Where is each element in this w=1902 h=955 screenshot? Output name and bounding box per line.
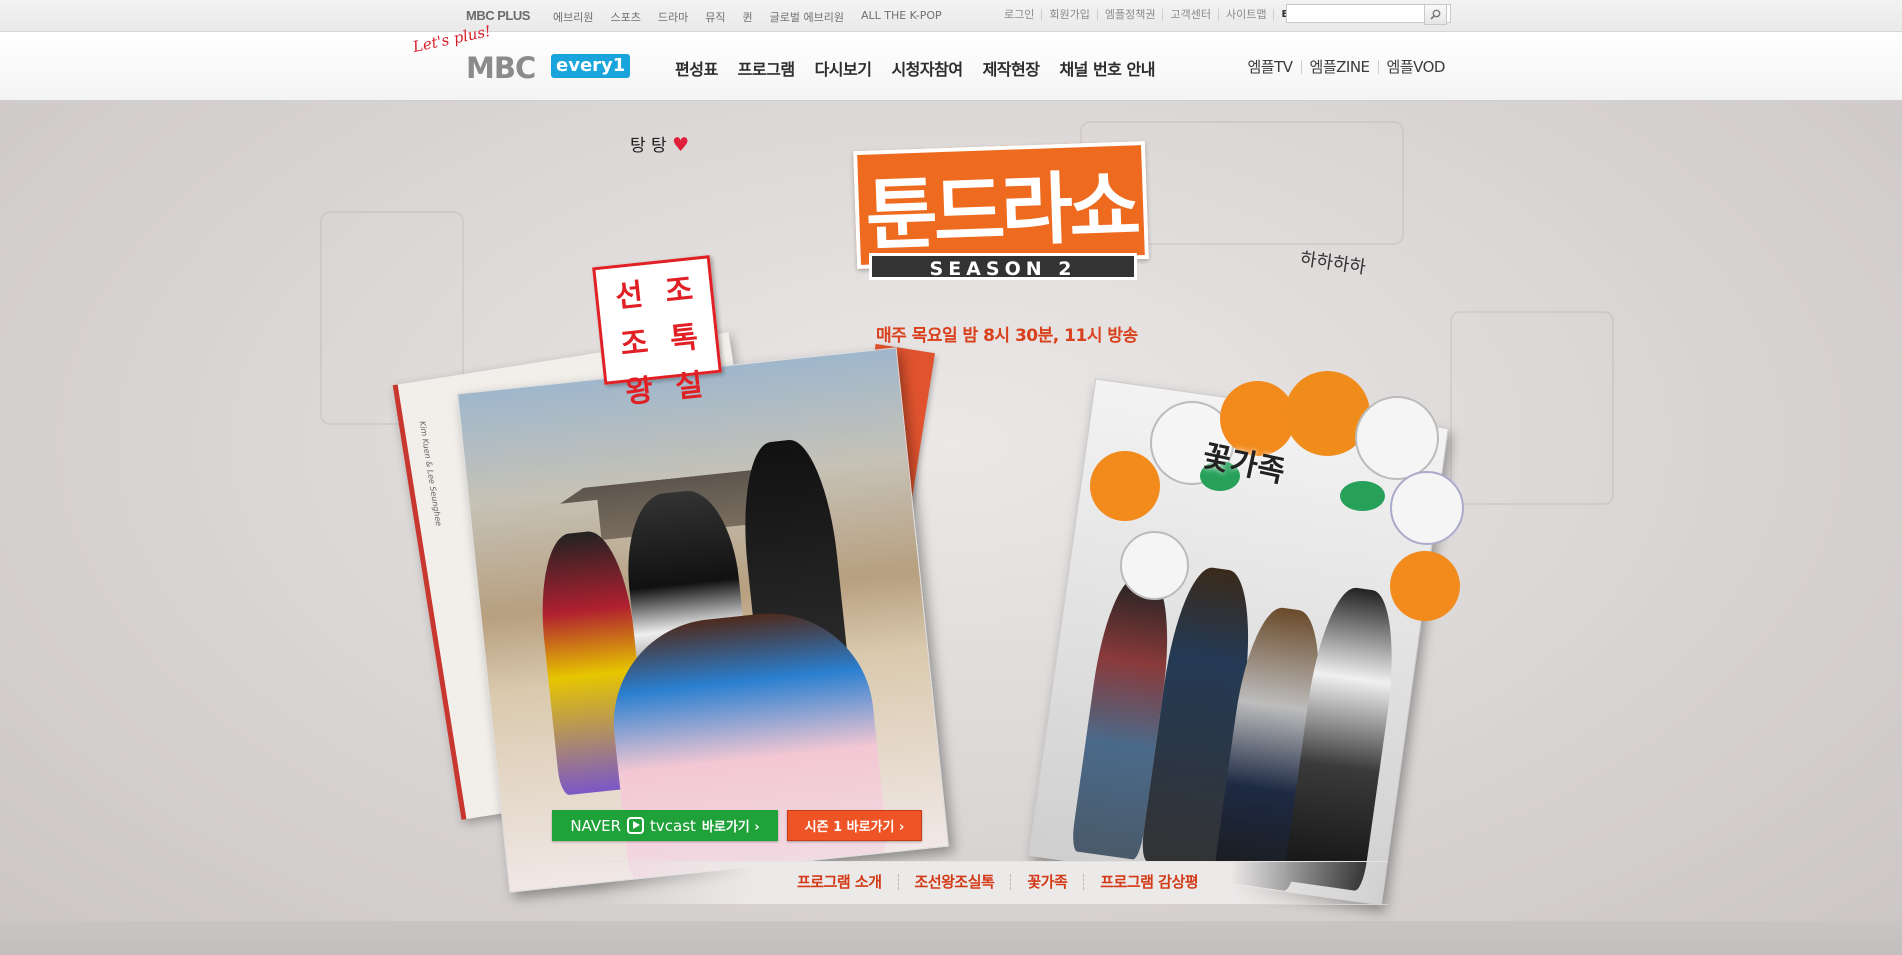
sub-nav: 엠플TV 엠플ZINE 엠플VOD: [1240, 60, 1454, 75]
flower: [1390, 551, 1460, 621]
nav-program[interactable]: 프로그램: [738, 56, 795, 80]
joseon-char: 조: [663, 272, 695, 310]
program-intro-link[interactable]: 프로그램 소개: [781, 874, 898, 890]
naver-brand: NAVER: [570, 816, 622, 835]
utility-links: 로그인 회원가입 엠플정책권 고객센터 사이트맵 ENG: [997, 9, 1312, 21]
channel-link-queen[interactable]: 퀸: [742, 9, 752, 25]
logo-mbc: MBC: [466, 51, 536, 85]
joseon-char: 선: [613, 277, 645, 316]
channel-link-drama[interactable]: 드라마: [658, 9, 688, 25]
nav-viewer-participation[interactable]: 시청자참여: [891, 56, 963, 80]
joseon-char: 조: [618, 325, 650, 363]
flower: [1120, 531, 1189, 600]
play-icon: [627, 817, 645, 834]
floor-shadow: [0, 921, 1902, 955]
search-button[interactable]: [1424, 4, 1447, 25]
season-badge: SEASON 2: [869, 253, 1137, 280]
joseon-show-label[interactable]: 선 조 조 톡 왕 실: [592, 255, 722, 411]
joseon-link[interactable]: 조선왕조실톡: [897, 874, 1011, 890]
joseon-char: 실: [673, 367, 705, 406]
season1-button[interactable]: 시즌 1 바로가기 ›: [787, 810, 922, 841]
naver-tvcast-button[interactable]: NAVER tvcast 바로가기 ›: [552, 810, 778, 841]
nav-channel-guide[interactable]: 채널 번호 안내: [1059, 56, 1155, 80]
main-header: Let's plus! MBC every1 편성표 프로그램 다시보기 시청자…: [0, 22, 1902, 101]
hahaha-caption: 하하하하: [1298, 248, 1368, 279]
nav-production-site[interactable]: 제작현장: [983, 56, 1040, 80]
joseon-char: 왕: [623, 372, 655, 411]
joseon-char: 톡: [668, 319, 700, 358]
nav-replay[interactable]: 다시보기: [815, 56, 872, 80]
channel-link-all-the-kpop[interactable]: ALL THE K-POP: [861, 9, 942, 25]
tangtang-caption: 탕 탕 ♥: [630, 131, 689, 156]
channel-link-global-everyone[interactable]: 글로벌 에브리원: [770, 9, 844, 25]
kkot-family-link[interactable]: 꽃가족: [1010, 874, 1083, 890]
tangtang-text: 탕 탕: [630, 136, 667, 156]
channel-link-everyone[interactable]: 에브리원: [553, 9, 593, 25]
program-review-link[interactable]: 프로그램 감상평: [1083, 874, 1214, 890]
mbc-every1-logo[interactable]: Let's plus! MBC every1: [411, 22, 643, 92]
login-link[interactable]: 로그인: [997, 9, 1041, 21]
top-utility-bar: MBC PLUS 에브리원 스포츠 드라마 뮤직 퀸 글로벌 에브리원 ALL …: [0, 0, 1902, 32]
channel-links: 에브리원 스포츠 드라마 뮤직 퀸 글로벌 에브리원 ALL THE K-POP: [553, 9, 959, 25]
nav-mpl-vod[interactable]: 엠플VOD: [1377, 60, 1453, 75]
nav-mpl-zine[interactable]: 엠플ZINE: [1300, 60, 1378, 75]
flower-wreath: [1090, 341, 1480, 641]
channel-link-music[interactable]: 뮤직: [705, 9, 725, 25]
hero-banner: Kim Kuen & Lee Seunghee 탕 탕 ♥ 선 조 조 톡 왕 …: [0, 101, 1902, 955]
leaf: [1340, 481, 1385, 511]
policy-link[interactable]: 엠플정책권: [1096, 9, 1163, 21]
channel-link-sports[interactable]: 스포츠: [610, 9, 640, 25]
main-nav: 편성표 프로그램 다시보기 시청자참여 제작현장 채널 번호 안내: [675, 56, 1175, 80]
show-title-text: 툰드라쇼: [853, 140, 1149, 270]
flower: [1355, 396, 1439, 480]
sitemap-link[interactable]: 사이트맵: [1217, 9, 1273, 21]
nav-schedule[interactable]: 편성표: [675, 56, 718, 80]
search-icon: [1430, 9, 1441, 20]
signup-link[interactable]: 회원가입: [1041, 9, 1096, 21]
flower: [1390, 471, 1464, 545]
customer-center-link[interactable]: 고객센터: [1162, 9, 1217, 21]
book-spine-text: Kim Kuen & Lee Seunghee: [417, 420, 444, 527]
show-title: 툰드라쇼 SEASON 2: [853, 140, 1150, 301]
tvcast-text: tvcast: [650, 816, 696, 835]
nav-mpl-tv[interactable]: 엠플TV: [1240, 60, 1301, 75]
mbc-plus-logo[interactable]: MBC PLUS: [466, 8, 530, 23]
heart-icon: ♥: [672, 134, 690, 156]
flower: [1090, 451, 1160, 521]
naver-go-text: 바로가기 ›: [701, 820, 760, 835]
program-nav: 프로그램 소개 조선왕조실톡 꽃가족 프로그램 감상평: [598, 861, 1388, 905]
logo-every1: every1: [551, 54, 631, 78]
